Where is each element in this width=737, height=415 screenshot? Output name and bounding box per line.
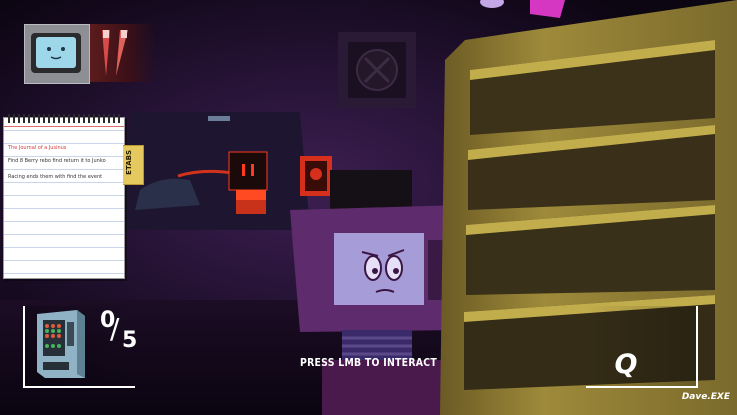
tabs-label: ETABS bbox=[125, 150, 133, 175]
pencil-character-icon bbox=[102, 30, 128, 76]
journal-notepad[interactable]: The Journal of a Jusinus Find 8 Berry re… bbox=[3, 114, 125, 279]
character-portraits bbox=[24, 24, 156, 84]
notepad-spiral bbox=[8, 114, 120, 123]
tv-headset bbox=[330, 170, 412, 210]
journal-entry: Racing ends them with find the event bbox=[8, 174, 103, 180]
player-name: Dave.EXE bbox=[681, 392, 730, 402]
left-eye bbox=[364, 255, 382, 281]
collectible-counter: 0 / 5 bbox=[97, 308, 147, 362]
journal-tabs-tab[interactable]: ETABS bbox=[123, 145, 144, 185]
journal-entry: Find 8 Berry rebo find return it to Junk… bbox=[8, 158, 106, 164]
vending-machine-icon bbox=[37, 310, 85, 378]
portrait-tv-head[interactable] bbox=[24, 24, 90, 84]
right-eye bbox=[385, 255, 403, 281]
portrait-pencil[interactable] bbox=[90, 24, 156, 82]
wall-poster bbox=[300, 156, 332, 196]
count-separator: / bbox=[110, 312, 120, 345]
journal-title: The Journal of a Jusinus bbox=[8, 145, 67, 151]
wall-vent bbox=[338, 32, 416, 108]
tv-head-character-icon bbox=[31, 33, 81, 73]
notepad-margin-line bbox=[4, 126, 124, 127]
total-count: 5 bbox=[122, 328, 138, 353]
ceiling-light bbox=[208, 116, 230, 121]
ability-key-q[interactable]: Q bbox=[606, 349, 646, 381]
